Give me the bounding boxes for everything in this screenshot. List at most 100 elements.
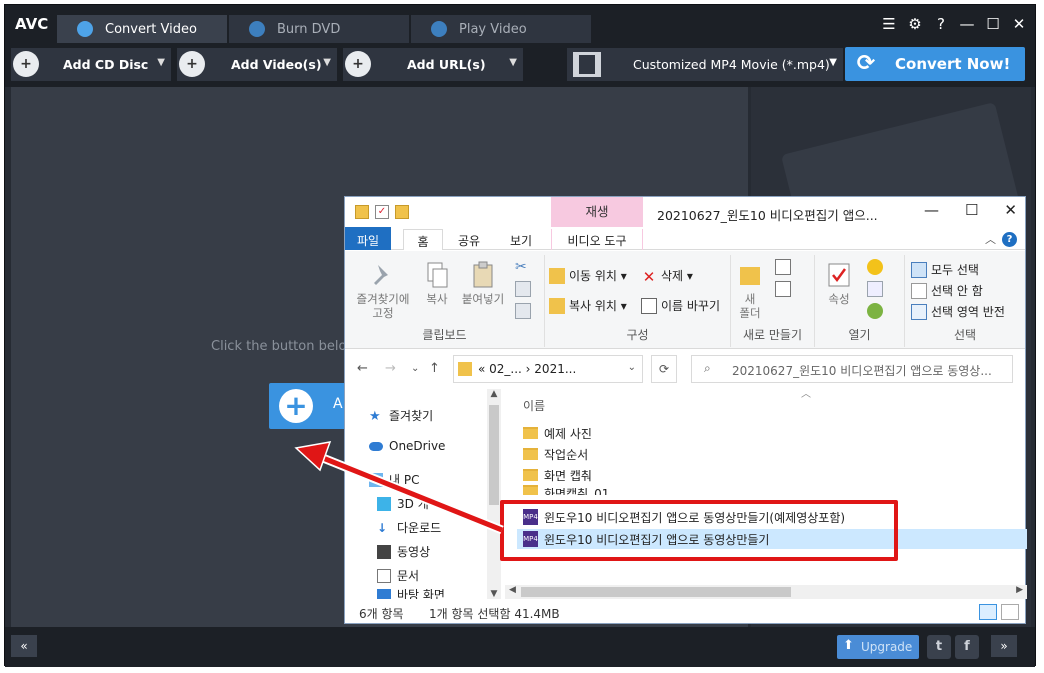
list-item[interactable]: 작업순서 [523,444,588,464]
move-to-label: 이동 위치 ▾ [569,269,627,283]
folder-icon[interactable] [355,205,369,219]
tab-home[interactable]: 홈 [403,229,443,250]
easy-access-icon[interactable] [775,281,791,297]
copy-button[interactable]: 복사 [419,257,455,306]
open-icon[interactable] [867,259,883,275]
search-icon: ⌕ [704,361,711,375]
new-folder-icon [740,267,760,285]
rename-button[interactable]: 이름 바꾸기 [641,297,720,314]
delete-button[interactable]: ✕ 삭제 ▾ [641,267,693,286]
menu-icon[interactable]: ☰ [881,15,897,33]
chevron-down-icon[interactable]: ⌄ [628,362,636,373]
address-bar[interactable]: « 02_... › 2021... ⌄ [453,355,643,383]
tab-play-video[interactable]: Play Video [411,15,591,43]
history-icon[interactable] [867,303,883,319]
facebook-icon[interactable]: f [955,635,979,659]
properties-icon[interactable]: ✓ [375,205,389,219]
edit-icon[interactable] [867,281,883,297]
address-path: « 02_... › 2021... [478,362,577,376]
tab-video-tools[interactable]: 비디오 도구 [551,229,643,250]
help-icon[interactable]: ? [1002,231,1017,247]
nav-item-downloads[interactable]: ↓ 다운로드 [377,519,441,536]
scroll-thumb[interactable] [521,587,791,597]
close-icon[interactable]: ✕ [1011,15,1027,33]
properties-button[interactable]: 속성 [819,257,859,306]
scroll-down-icon[interactable]: ▼ [487,589,501,599]
gear-icon[interactable]: ⚙ [907,15,923,33]
paste-shortcut-icon[interactable] [515,303,531,319]
help-icon[interactable]: ? [933,15,949,33]
output-format-select[interactable]: Customized MP4 Movie (*.mp4) ▼ [567,48,843,81]
convert-now-button[interactable]: ⟳ Convert Now! [845,47,1025,81]
tab-burn-dvd[interactable]: Burn DVD [229,15,409,43]
tab-view[interactable]: 보기 [501,229,541,250]
expand-button[interactable]: » [991,635,1017,657]
nav-item-quick-access[interactable]: ★ 즐겨찾기 [369,407,433,424]
maximize-icon[interactable]: ☐ [985,15,1001,33]
scroll-right-icon[interactable]: ▶ [1016,585,1023,595]
tab-share[interactable]: 공유 [449,229,489,250]
context-tab-play[interactable]: 재생 [551,197,643,227]
add-urls-button[interactable]: + Add URL(s) ▼ [343,48,523,81]
nav-item-3d-objects[interactable]: 3D 개 [377,495,429,512]
large-icons-view-icon[interactable] [1001,604,1019,620]
chevron-down-icon[interactable]: ▼ [157,57,165,68]
search-input[interactable]: ⌕ 20210627_윈도10 비디오편집기 앱으로 동영상... [691,355,1013,383]
nav-scrollbar[interactable]: ▲ ▼ [487,389,501,599]
refresh-button[interactable]: ⟳ [651,355,677,383]
highlight-box [500,500,898,561]
up-icon[interactable]: ↑ [429,361,440,376]
delete-icon: ✕ [642,267,656,286]
tab-convert-video[interactable]: Convert Video [57,15,227,43]
list-item[interactable]: 화면 캡춰 [523,465,592,485]
folder-icon [523,448,538,460]
new-item-icon[interactable] [775,259,791,275]
horizontal-scrollbar[interactable]: ◀ ▶ [505,585,1027,599]
copy-path-icon[interactable] [515,281,531,297]
back-icon[interactable]: ← [357,361,368,376]
paste-icon [473,261,493,288]
scroll-thumb[interactable] [489,405,499,505]
recent-chevron-icon[interactable]: ⌄ [411,363,419,374]
paste-button[interactable]: 붙여넣기 [457,257,509,306]
nav-item-this-pc[interactable]: 내 PC [369,471,419,488]
ribbon-help: ︿ ? [985,231,1017,247]
list-item[interactable]: 예제 사진 [523,423,592,443]
chevron-up-icon[interactable]: ︿ [985,231,996,247]
list-item[interactable]: 화면캡춰_01 [523,485,609,495]
minimize-icon[interactable]: — [924,201,939,219]
maximize-icon[interactable]: ☐ [965,201,978,219]
invert-selection-button[interactable]: 선택 영역 반전 [911,303,1005,320]
add-cd-disc-button[interactable]: + Add CD Disc ▼ [11,48,171,81]
twitter-icon[interactable]: t [927,635,951,659]
forward-icon[interactable]: → [385,361,396,376]
column-header-name[interactable]: 이름 [523,397,545,414]
chevron-down-icon[interactable]: ▼ [509,57,517,68]
new-folder-icon[interactable] [395,205,409,219]
upgrade-button[interactable]: ⬆ Upgrade [837,635,919,659]
nav-item-onedrive[interactable]: OneDrive [369,439,445,453]
group-organize: 이동 위치 ▾ ✕ 삭제 ▾ 복사 위치 ▾ 이름 바꾸기 구성 [545,255,731,347]
new-folder-button[interactable]: 새 폴더 [735,257,765,320]
tab-file[interactable]: 파일 [345,227,391,250]
nav-item-documents[interactable]: 문서 [377,567,419,584]
move-to-button[interactable]: 이동 위치 ▾ [549,267,627,284]
cut-icon[interactable]: ✂ [515,259,531,275]
details-view-icon[interactable] [979,604,997,620]
select-all-button[interactable]: 모두 선택 [911,261,979,278]
close-icon[interactable]: ✕ [1004,201,1017,219]
minimize-icon[interactable]: — [959,15,975,33]
add-disc-icon: + [13,51,39,77]
select-none-button[interactable]: 선택 안 함 [911,282,983,299]
group-label: 새로 만들기 [742,328,802,342]
nav-item-desktop[interactable]: 바탕 화면 [377,589,445,599]
add-videos-button[interactable]: + Add Video(s) ▼ [177,48,337,81]
pin-to-quick-access-button[interactable]: 즐겨찾기에 고정 [351,257,415,320]
chevron-down-icon[interactable]: ▼ [323,57,331,68]
copy-to-button[interactable]: 복사 위치 ▾ [549,297,627,314]
file-name: 예제 사진 [544,426,592,441]
collapse-button[interactable]: « [11,635,37,657]
scroll-up-icon[interactable]: ▲ [487,389,501,399]
scroll-left-icon[interactable]: ◀ [509,585,516,595]
nav-item-videos[interactable]: 동영상 [377,543,430,560]
